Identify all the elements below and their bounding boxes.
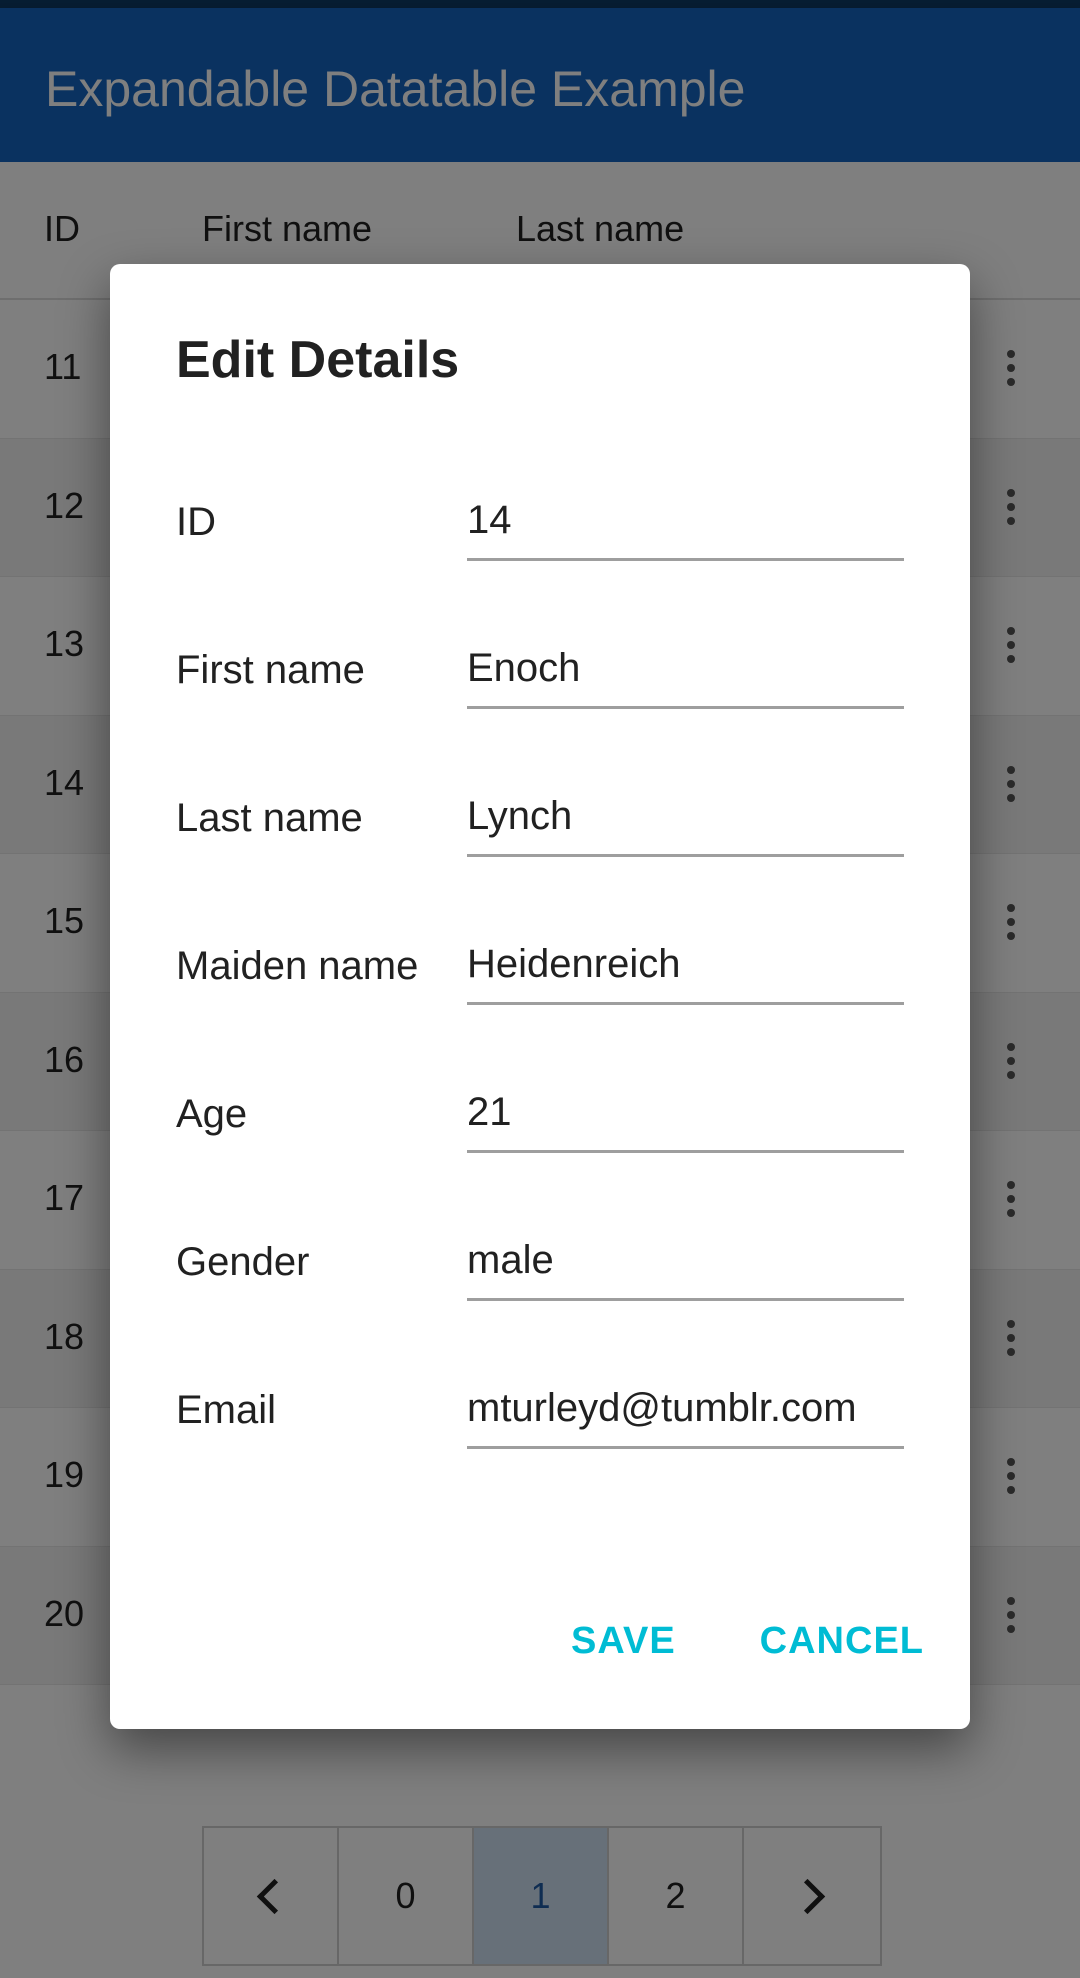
field-label: Gender xyxy=(176,1240,310,1284)
edit-details-dialog: Edit Details ID First name Last name Mai… xyxy=(110,264,970,1729)
field-label: Last name xyxy=(176,796,363,840)
maiden-name-input[interactable] xyxy=(467,934,904,1005)
field-maiden-name: Maiden name xyxy=(110,916,970,1064)
field-label: Age xyxy=(176,1092,248,1136)
field-id: ID xyxy=(110,472,970,620)
age-input[interactable] xyxy=(467,1082,904,1153)
field-label: Maiden name xyxy=(176,944,419,988)
field-age: Age xyxy=(110,1064,970,1212)
field-first-name: First name xyxy=(110,620,970,768)
dialog-actions: SAVE CANCEL xyxy=(571,1620,924,1663)
field-label: Email xyxy=(176,1388,277,1432)
dialog-title: Edit Details xyxy=(176,331,460,389)
field-email: Email xyxy=(110,1360,970,1508)
gender-input[interactable] xyxy=(467,1230,904,1301)
save-button[interactable]: SAVE xyxy=(571,1620,676,1663)
id-input[interactable] xyxy=(467,490,904,561)
field-gender: Gender xyxy=(110,1212,970,1360)
field-label: First name xyxy=(176,648,365,692)
email-input[interactable] xyxy=(467,1378,904,1449)
cancel-button[interactable]: CANCEL xyxy=(760,1620,924,1663)
first-name-input[interactable] xyxy=(467,638,904,709)
field-label: ID xyxy=(176,500,216,544)
field-last-name: Last name xyxy=(110,768,970,916)
last-name-input[interactable] xyxy=(467,786,904,857)
